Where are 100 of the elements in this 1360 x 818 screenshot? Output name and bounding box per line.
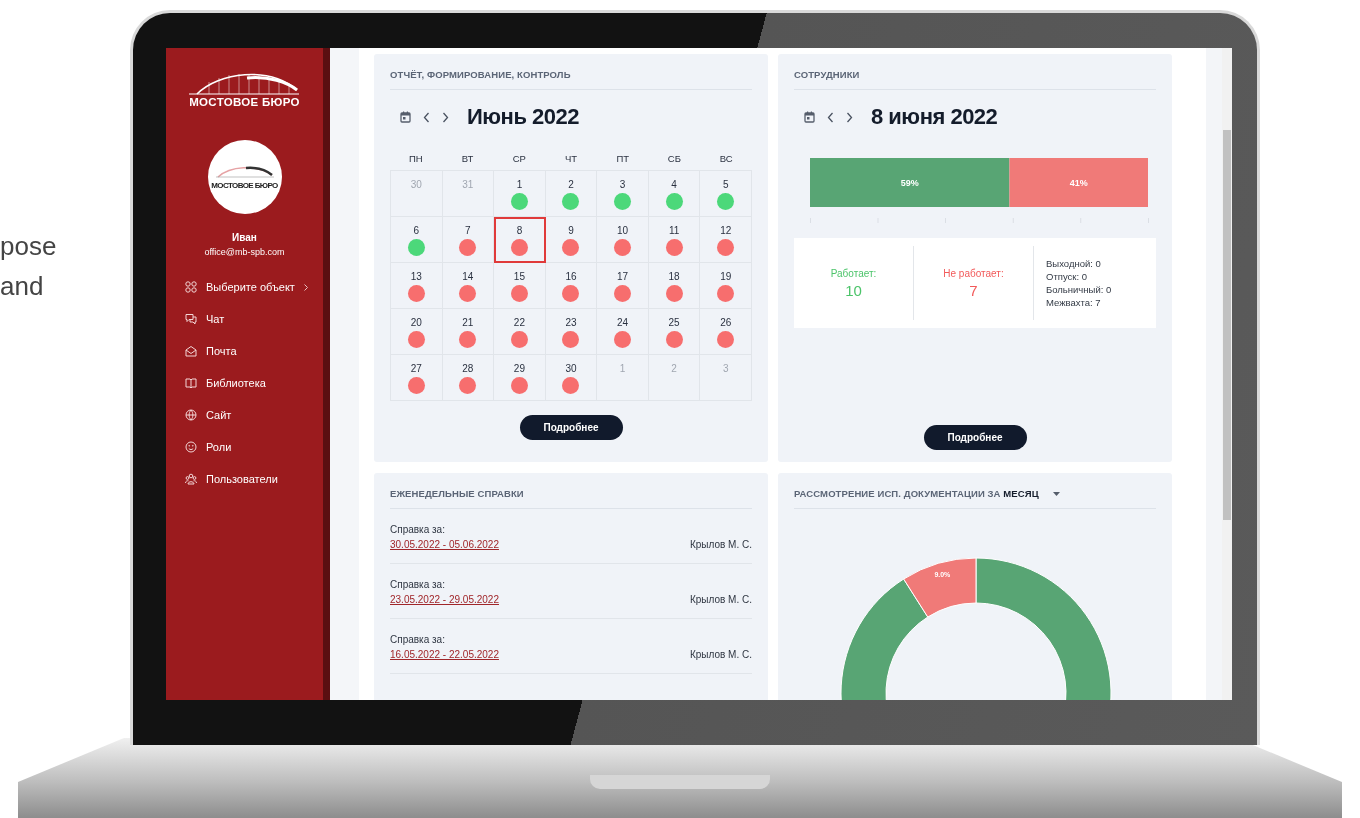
menu-item[interactable]: Почта — [185, 335, 323, 367]
calendar-day[interactable]: 1 — [494, 171, 546, 217]
card-title: ОТЧЁТ, ФОРМИРОВАНИЕ, КОНТРОЛЬ — [390, 68, 572, 82]
day-number: 3 — [619, 179, 626, 190]
mail-icon — [185, 345, 197, 357]
report-period-link[interactable]: 16.05.2022 - 22.05.2022 — [390, 649, 499, 660]
calendar-day[interactable]: 18 — [648, 263, 701, 309]
calendar-day[interactable]: 20 — [391, 309, 443, 355]
calendar-day[interactable]: 11 — [648, 217, 701, 263]
avatar-logo-text: МОСТОВОЕ БЮРО — [211, 181, 278, 190]
calendar-day[interactable]: 17 — [597, 263, 649, 309]
weekday-label: ЧТ — [564, 152, 578, 164]
report-author: Крылов М. С. — [689, 539, 752, 550]
day-number: 23 — [565, 317, 577, 328]
calendar-day[interactable]: 10 — [597, 217, 649, 263]
card-title: РАССМОТРЕНИЕ ИСП. ДОКУМЕНТАЦИИ ЗА МЕСЯЦ — [794, 487, 1039, 501]
day-number: 24 — [617, 317, 629, 328]
day-number: 14 — [462, 271, 474, 282]
menu-item[interactable]: Роли — [185, 431, 323, 463]
report-label: Справка за: — [390, 579, 446, 590]
day-number: 19 — [720, 271, 732, 282]
absence-count: Межвахта: 7 — [1046, 297, 1102, 308]
chevron-right-icon[interactable] — [846, 111, 853, 123]
calendar-day[interactable]: 5 — [700, 171, 752, 217]
calendar-day[interactable]: 16 — [545, 263, 598, 309]
report-author: Крылов М. С. — [689, 594, 752, 605]
report-period-link[interactable]: 30.05.2022 - 05.06.2022 — [390, 539, 499, 550]
weekday-label: СБ — [667, 152, 681, 164]
weekday-label: СР — [512, 152, 526, 164]
day-number: 4 — [671, 179, 677, 190]
calendar-day[interactable]: 15 — [494, 263, 546, 309]
chevron-left-icon[interactable] — [423, 111, 430, 123]
report-period-link[interactable]: 23.05.2022 - 29.05.2022 — [390, 594, 499, 605]
menu-item[interactable]: Библиотека — [185, 367, 323, 399]
day-number: 11 — [668, 225, 680, 236]
report-label: Справка за: — [390, 524, 446, 535]
menu-item[interactable]: Выберите объект — [185, 271, 323, 303]
calendar-day[interactable]: 13 — [391, 263, 443, 309]
calendar-icon — [400, 111, 411, 123]
calendar-day[interactable]: 3 — [597, 171, 649, 217]
absence-count: Выходной: 0 — [1046, 258, 1102, 269]
calendar-day[interactable]: 26 — [700, 309, 752, 355]
details-button[interactable]: Подробнее — [923, 425, 1027, 450]
scrollbar[interactable] — [1222, 48, 1232, 700]
day-number: 18 — [668, 271, 680, 282]
card-title: СОТРУДНИКИ — [794, 68, 861, 82]
calendar-day[interactable]: 7 — [442, 217, 495, 263]
day-number: 7 — [465, 225, 471, 236]
report-author: Крылов М. С. — [689, 649, 752, 660]
user-email: office@mb-spb.com — [204, 247, 285, 257]
calendar-day[interactable]: 19 — [700, 263, 752, 309]
calendar-day[interactable]: 22 — [494, 309, 546, 355]
bar-value-label: 59% — [900, 178, 919, 188]
day-number: 8 — [516, 225, 523, 236]
weekday-label: ВС — [719, 152, 733, 164]
day-number: 28 — [462, 363, 474, 374]
calendar-day[interactable]: 28 — [442, 355, 495, 401]
calendar-day[interactable]: 12 — [700, 217, 752, 263]
calendar-day[interactable]: 2 — [545, 171, 598, 217]
menu-item[interactable]: Сайт — [185, 399, 323, 431]
day-number: 30 — [565, 363, 577, 374]
day-number: 17 — [617, 271, 629, 282]
brand-name: МОСТОВОЕ БЮРО — [189, 96, 300, 108]
report-label: Справка за: — [390, 634, 446, 645]
calendar-day[interactable]: 14 — [442, 263, 495, 309]
day-number: 2 — [568, 179, 574, 190]
dropdown-caret-icon[interactable] — [1052, 492, 1060, 496]
weekday-label: ВТ — [461, 152, 474, 164]
calendar-day[interactable]: 29 — [494, 355, 546, 401]
day-number: 15 — [513, 271, 525, 282]
calendar-day[interactable]: 6 — [391, 217, 443, 263]
stat-label: Не работает: — [943, 267, 1004, 279]
day-number: 10 — [617, 225, 629, 236]
chevron-left-icon[interactable] — [827, 111, 834, 123]
chevron-right-icon[interactable] — [442, 111, 449, 123]
weekday-label: ПТ — [616, 152, 629, 164]
details-button[interactable]: Подробнее — [519, 415, 623, 440]
day-number: 22 — [513, 317, 525, 328]
day-number: 1 — [619, 363, 626, 374]
day-number: 12 — [720, 225, 732, 236]
menu-item[interactable]: Пользователи — [185, 463, 323, 495]
day-number: 13 — [410, 271, 422, 282]
calendar-day[interactable]: 30 — [545, 355, 598, 401]
background-text: and — [0, 270, 45, 302]
calendar-day[interactable]: 8 — [494, 217, 546, 263]
calendar-day[interactable]: 23 — [545, 309, 598, 355]
stat-value: 10 — [845, 281, 862, 299]
menu-item[interactable]: Чат — [185, 303, 323, 335]
calendar-day[interactable]: 25 — [648, 309, 701, 355]
globe-icon — [185, 409, 197, 421]
stat-value: 7 — [969, 281, 978, 299]
day-number: 20 — [410, 317, 422, 328]
calendar-day[interactable]: 4 — [648, 171, 701, 217]
calendar-day[interactable]: 27 — [391, 355, 443, 401]
background-text: pose — [0, 230, 57, 262]
card-title: ЕЖЕНЕДЕЛЬНЫЕ СПРАВКИ — [390, 487, 525, 501]
calendar-day[interactable]: 9 — [545, 217, 598, 263]
calendar-day[interactable]: 21 — [442, 309, 495, 355]
calendar-day[interactable]: 24 — [597, 309, 649, 355]
date-heading: Июнь 2022 — [467, 104, 579, 130]
